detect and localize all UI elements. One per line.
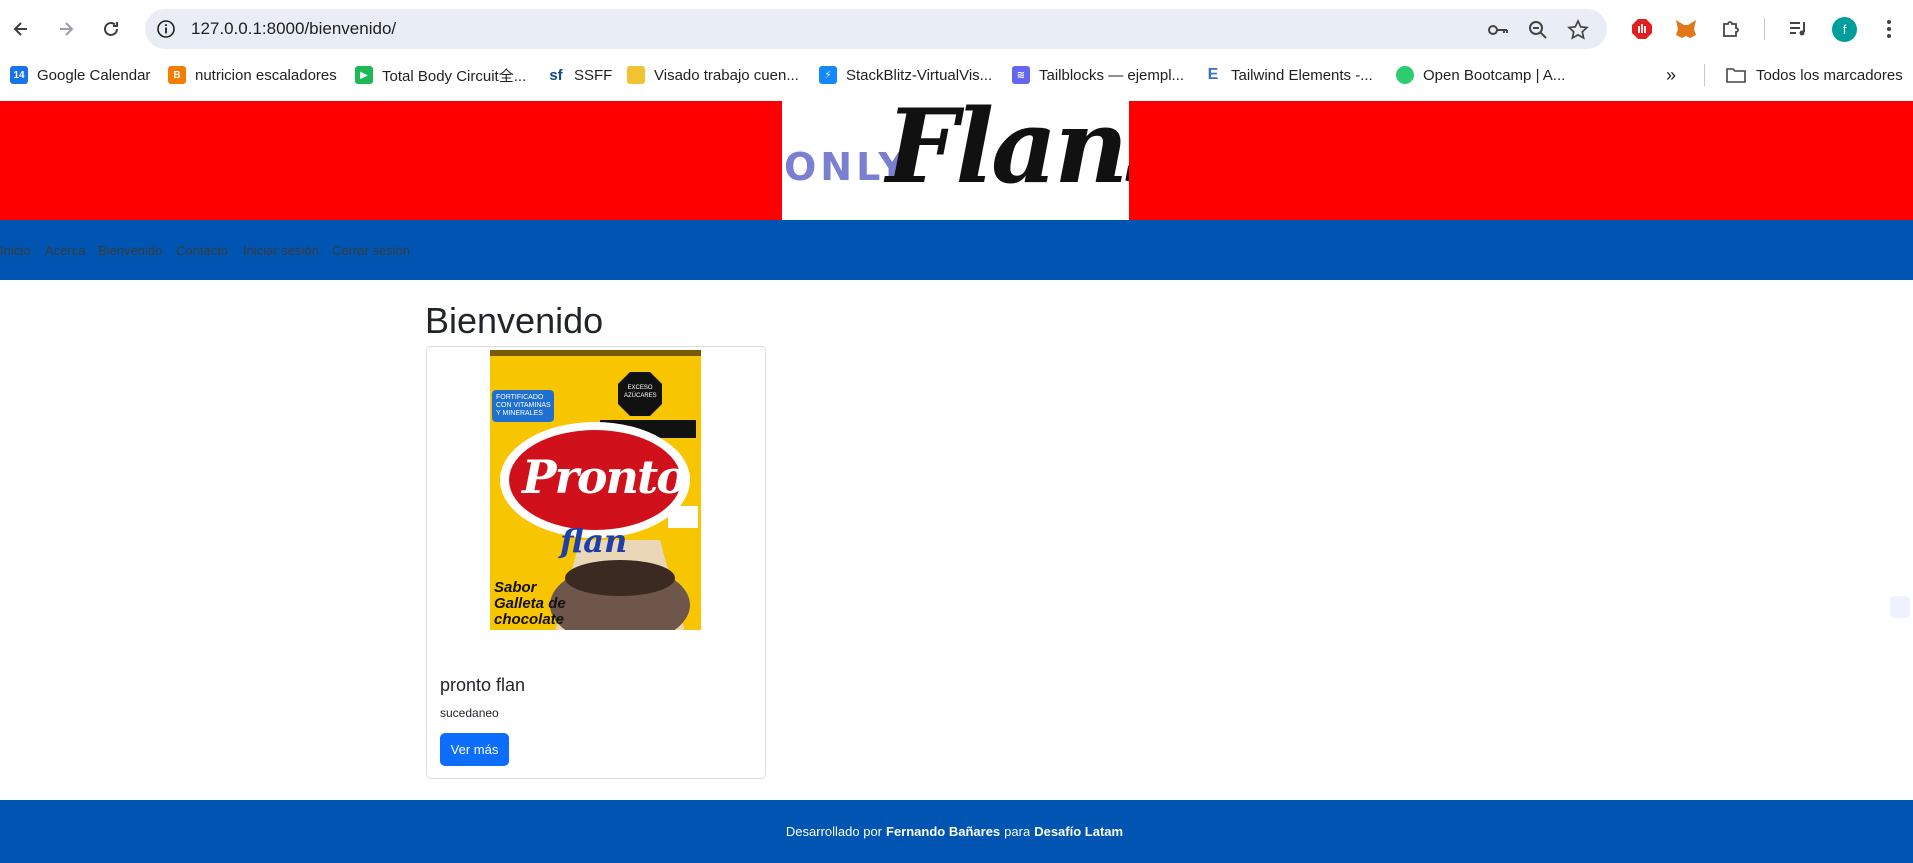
openbootcamp-icon <box>1396 66 1414 84</box>
card-title: pronto flan <box>440 675 526 695</box>
bookmark-label: Total Body Circuit全... <box>382 67 527 85</box>
all-bookmarks-folder[interactable]: Todos los marcadores <box>1726 58 1903 92</box>
browser-toolbar: 127.0.0.1:8000/bienvenido/ f <box>0 0 1913 58</box>
reload-icon[interactable] <box>94 12 128 46</box>
site-logo[interactable]: ONLY Flans <box>782 101 1129 220</box>
image-product-text: flan <box>560 522 628 560</box>
video-icon: ▶ <box>355 66 373 84</box>
bookmark-visado[interactable]: Visado trabajo cuen... <box>627 58 799 92</box>
bookmark-open-bootcamp[interactable]: Open Bootcamp | A... <box>1396 58 1565 92</box>
toolbar-separator <box>1764 18 1765 40</box>
bookmark-label: Tailwind Elements -... <box>1231 66 1373 84</box>
bookmark-label: StackBlitz-VirtualVis... <box>846 66 993 84</box>
adblock-extension-icon[interactable] <box>1628 15 1656 43</box>
product-image: FORTIFICADO CON VITAMINAS Y MINERALES EX… <box>490 350 701 658</box>
nav-contacto[interactable]: Contacto <box>176 243 228 258</box>
nav-acerca[interactable]: Acerca <box>45 243 85 258</box>
all-bookmarks-label: Todos los marcadores <box>1756 66 1903 84</box>
page-title: Bienvenido <box>425 300 604 341</box>
card-text: sucedaneo <box>440 706 499 720</box>
bookmark-nutricion[interactable]: B nutricion escaladores <box>168 58 337 92</box>
bookmark-label: nutricion escaladores <box>195 66 337 84</box>
folder-icon <box>1726 67 1746 83</box>
site-footer: Desarrollado por Fernando Bañares para D… <box>0 800 1913 863</box>
more-bookmarks-chevron-icon[interactable]: » <box>1666 58 1676 92</box>
tailblocks-icon: ≋ <box>1012 66 1030 84</box>
password-key-icon[interactable] <box>1485 17 1511 43</box>
bookmark-tailwind-elements[interactable]: E Tailwind Elements -... <box>1204 58 1373 92</box>
image-badge-text: FORTIFICADO CON VITAMINAS Y MINERALES <box>496 394 551 417</box>
bookmark-total-body[interactable]: ▶ Total Body Circuit全... <box>355 58 526 92</box>
url-text[interactable]: 127.0.0.1:8000/bienvenido/ <box>191 19 396 39</box>
tailwind-elements-icon: E <box>1204 66 1222 84</box>
blogger-icon: B <box>168 66 186 84</box>
extensions-puzzle-icon[interactable] <box>1717 15 1745 43</box>
bookmark-label: Google Calendar <box>37 66 151 84</box>
bookmark-google-calendar[interactable]: 14 Google Calendar <box>10 58 150 92</box>
site-info-icon[interactable] <box>155 18 177 40</box>
bookmark-label: SSFF <box>574 66 613 84</box>
image-brand-text: Pronto <box>522 450 687 504</box>
product-card: FORTIFICADO CON VITAMINAS Y MINERALES EX… <box>426 346 766 779</box>
site-header: ONLY Flans <box>0 101 1913 220</box>
bookmark-label: Visado trabajo cuen... <box>654 66 799 84</box>
zoom-icon[interactable] <box>1525 17 1551 43</box>
site-nav: Inicio Acerca Bienvenido Contacto Inicia… <box>0 220 1913 280</box>
sf-icon: sf <box>547 66 565 84</box>
bookmark-ssff[interactable]: sf SSFF <box>547 58 612 92</box>
bookmark-tailblocks[interactable]: ≋ Tailblocks — ejempl... <box>1012 58 1184 92</box>
image-warning-text: EXCESO AZÚCARES <box>624 385 657 399</box>
metamask-extension-icon[interactable] <box>1672 15 1700 43</box>
nav-cerrar-sesion[interactable]: Cerrar sesión <box>332 243 410 258</box>
bookmark-star-icon[interactable] <box>1565 17 1591 43</box>
footer-org: Desafío Latam <box>1034 824 1124 839</box>
image-flavor-text: Sabor Galleta de chocolate <box>494 579 566 628</box>
footer-author: Fernando Bañares <box>886 824 1001 839</box>
back-icon[interactable] <box>4 12 38 46</box>
ver-mas-button[interactable]: Ver más <box>440 733 509 766</box>
nav-inicio[interactable]: Inicio <box>0 243 30 258</box>
profile-avatar[interactable]: f <box>1832 17 1857 42</box>
nav-bienvenido[interactable]: Bienvenido <box>98 243 162 258</box>
footer-prefix: Desarrollado por <box>785 824 883 839</box>
forward-icon[interactable] <box>49 12 83 46</box>
side-widget-icon[interactable] <box>1890 596 1910 618</box>
address-bar[interactable]: 127.0.0.1:8000/bienvenido/ <box>145 9 1607 49</box>
menu-kebab-icon[interactable] <box>1875 15 1903 43</box>
media-controls-icon[interactable] <box>1784 15 1812 43</box>
stackblitz-icon: ⚡ <box>819 66 837 84</box>
bookmark-label: Open Bootcamp | A... <box>1423 66 1566 84</box>
calendar-icon: 14 <box>10 66 28 84</box>
logo-flans-text: Flans <box>886 101 1129 207</box>
nav-iniciar-sesion[interactable]: Iniciar sesión <box>243 243 319 258</box>
bookmarks-separator <box>1704 64 1705 86</box>
bookmark-label: Tailblocks — ejempl... <box>1039 66 1185 84</box>
bookmarks-bar: 14 Google Calendar B nutricion escalador… <box>0 58 1913 101</box>
doc-icon <box>627 66 645 84</box>
footer-middle: para <box>1004 824 1031 839</box>
bookmark-stackblitz[interactable]: ⚡ StackBlitz-VirtualVis... <box>819 58 992 92</box>
